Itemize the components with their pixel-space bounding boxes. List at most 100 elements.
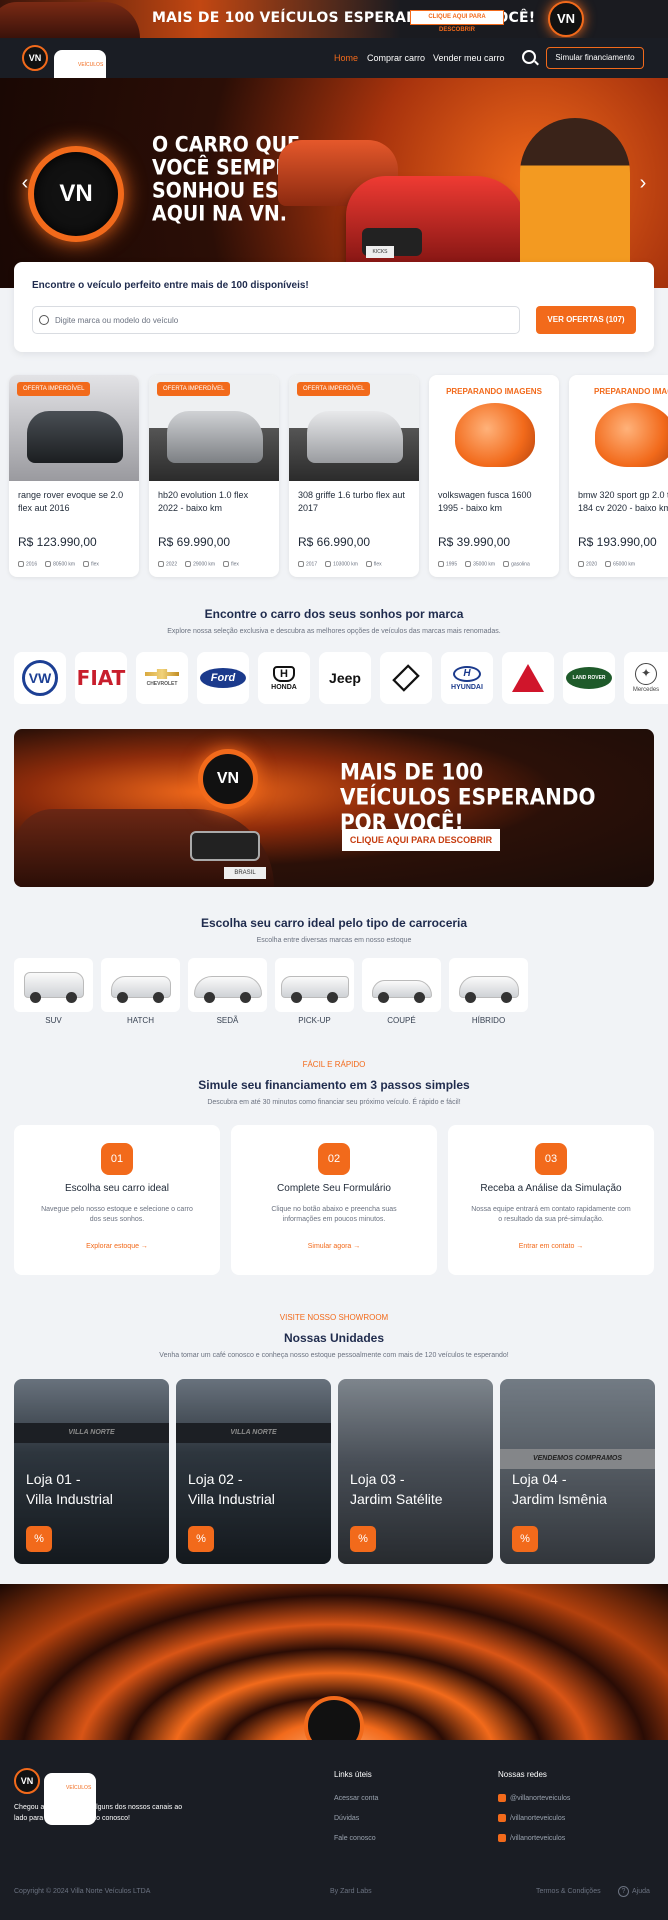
car-image <box>307 411 403 463</box>
brands-subtitle: Explore nossa seleção exclusiva e descub… <box>167 628 501 635</box>
instagram-handle: @villanorteveiculos <box>510 1794 571 1802</box>
wheel-icon <box>153 992 164 1003</box>
footer-link-account[interactable]: Acessar conta <box>334 1795 378 1802</box>
bodytype-pickup[interactable] <box>275 958 354 1012</box>
listing-card[interactable]: PREPARANDO IMAGENS volkswagen fusca 1600… <box>429 375 559 577</box>
finance-title: Simule seu financiamento em 3 passos sim… <box>198 1078 470 1092</box>
store-location: Jardim Satélite <box>350 1491 443 1507</box>
promo-car-image <box>0 2 140 38</box>
footer-credit[interactable]: By Zard Labs <box>330 1888 372 1895</box>
calendar-icon <box>578 561 584 567</box>
carousel-next-icon[interactable]: › <box>630 170 656 196</box>
brand-land-rover-logo: LAND ROVER <box>566 667 612 689</box>
brand-hyundai[interactable]: H HYUNDAI <box>441 652 493 704</box>
brand-mercedes[interactable]: ✦ Mercedes <box>624 652 668 704</box>
footer-social-tiktok[interactable]: /villanorteveiculos <box>498 1834 565 1842</box>
nav-link-home[interactable]: Home <box>334 53 358 63</box>
listing-card[interactable]: OFERTA IMPERDÍVEL 308 griffe 1.6 turbo f… <box>289 375 419 577</box>
speedometer-icon <box>465 561 472 567</box>
store-card[interactable]: VILLA NORTE Loja 02 - Villa Industrial % <box>176 1379 331 1564</box>
simulate-now-link[interactable]: Simular agora → <box>231 1243 437 1250</box>
footer-social-instagram[interactable]: @villanorteveiculos <box>498 1794 570 1802</box>
brand-land-rover[interactable]: LAND ROVER <box>563 652 615 704</box>
calendar-icon <box>298 561 304 567</box>
footer-tagline: Chegou até aqui? Utilize alguns dos noss… <box>14 1804 183 1822</box>
banner-logo: VN <box>198 749 258 809</box>
stores-kicker: VISITE NOSSO SHOWROOM <box>279 1313 389 1322</box>
footer-terms-link[interactable]: Termos & Condições <box>536 1888 601 1895</box>
map-pin-icon[interactable]: % <box>350 1526 376 1552</box>
listing-name: bmw 320 sport gp 2.0 turbo 184 cv 2020 -… <box>578 490 668 513</box>
listing-card[interactable]: OFERTA IMPERDÍVEL hb20 evolution 1.0 fle… <box>149 375 279 577</box>
facebook-icon <box>498 1814 506 1822</box>
nav-link-comprar[interactable]: Comprar carro <box>367 53 425 63</box>
vehicle-search-input[interactable]: Digite marca ou modelo do veículo <box>32 306 520 334</box>
search-card: Encontre o veículo perfeito entre mais d… <box>14 262 654 352</box>
offer-badge: OFERTA IMPERDÍVEL <box>157 382 231 396</box>
simulate-financing-button[interactable]: Simular financiamento <box>546 47 644 69</box>
brand-ford[interactable]: Ford <box>197 652 249 704</box>
store-card[interactable]: Loja 03 - Jardim Satélite % <box>338 1379 493 1564</box>
footer-logo-icon[interactable]: VN <box>14 1768 40 1794</box>
tiktok-icon <box>498 1834 506 1842</box>
step-text: Navegue pelo nosso estoque e selecione o… <box>41 1206 193 1223</box>
store-name: Loja 03 - <box>350 1471 405 1487</box>
footer-link-faq[interactable]: Dúvidas <box>334 1815 359 1822</box>
promo-button[interactable]: CLIQUE AQUI PARA DESCOBRIR <box>410 10 504 33</box>
chevrolet-bowtie-icon <box>145 669 179 679</box>
brand-mitsubishi[interactable] <box>502 652 554 704</box>
brand-fiat[interactable]: FIAT <box>75 652 127 704</box>
map-pin-icon[interactable]: % <box>512 1526 538 1552</box>
bodytype-sedan[interactable] <box>188 958 267 1012</box>
listing-specs: 2016 80500 km flex <box>18 561 138 567</box>
step-title: Receba a Análise da Simulação <box>480 1183 622 1194</box>
footer-help-link[interactable]: ? Ajuda <box>618 1886 650 1897</box>
renault-diamond-icon <box>392 664 420 692</box>
promo-strip[interactable]: MAIS DE 100 VEÍCULOS ESPERANDO POR VOCÊ!… <box>0 0 668 38</box>
brand-jeep[interactable]: Jeep <box>319 652 371 704</box>
bodytype-hybrid[interactable] <box>449 958 528 1012</box>
brand-honda[interactable]: H HONDA <box>258 652 310 704</box>
listing-year: 2022 <box>166 561 178 568</box>
search-card-title: Encontre o veículo perfeito entre mais d… <box>32 280 309 291</box>
bodytype-suv[interactable] <box>14 958 93 1012</box>
brand-vw[interactable]: VW <box>14 652 66 704</box>
wheel-icon <box>291 992 302 1003</box>
contact-link[interactable]: Entrar em contato → <box>448 1243 654 1250</box>
bodytype-hatch[interactable] <box>101 958 180 1012</box>
store-card[interactable]: VENDEMOS COMPRAMOS Loja 04 - Jardim Ismê… <box>500 1379 655 1564</box>
step-title: Complete Seu Formulário <box>277 1183 391 1194</box>
map-pin-icon[interactable]: % <box>26 1526 52 1552</box>
brand-chevrolet[interactable]: CHEVROLET <box>136 652 188 704</box>
step-text: Nossa equipe entrará em contato rapidame… <box>471 1206 631 1223</box>
nav-link-vender[interactable]: Vender meu carro <box>433 53 505 63</box>
nav-logo-icon[interactable]: VN <box>22 45 48 71</box>
banner-button[interactable]: CLIQUE AQUI PARA DESCOBRIR <box>342 829 500 851</box>
listing-card[interactable]: OFERTA IMPERDÍVEL range rover evoque se … <box>9 375 139 577</box>
store-location: Jardim Ismênia <box>512 1491 607 1507</box>
view-offers-button[interactable]: VER OFERTAS (107) <box>536 306 636 334</box>
map-pin-icon[interactable]: % <box>188 1526 214 1552</box>
bodytypes-subtitle: Escolha entre diversas marcas em nosso e… <box>256 937 412 944</box>
brand-renault[interactable] <box>380 652 432 704</box>
tiktok-handle: /villanorteveiculos <box>510 1834 566 1842</box>
store-card[interactable]: VILLA NORTE Loja 01 - Villa Industrial % <box>14 1379 169 1564</box>
bodytype-coupe[interactable] <box>362 958 441 1012</box>
listing-card[interactable]: PREPARANDO IMAGENS bmw 320 sport gp 2.0 … <box>569 375 668 577</box>
explore-stock-link[interactable]: Explorar estoque → <box>14 1243 220 1250</box>
offer-badge: OFERTA IMPERDÍVEL <box>297 382 371 396</box>
listing-name: hb20 evolution 1.0 flex 2022 - baixo km <box>158 490 249 513</box>
carousel-prev-icon[interactable]: ‹ <box>12 170 38 196</box>
covered-car-image <box>595 403 668 467</box>
footer-social-facebook[interactable]: /villanorteveiculos <box>498 1814 565 1822</box>
listing-name: range rover evoque se 2.0 flex aut 2016 <box>18 490 124 513</box>
finance-subtitle: Descubra em até 30 minutos como financia… <box>207 1099 461 1106</box>
search-icon[interactable] <box>522 50 536 64</box>
calendar-icon <box>18 561 24 567</box>
covered-car-image <box>455 403 535 467</box>
store-name: Loja 01 - <box>26 1471 81 1487</box>
stock-banner[interactable]: BRASIL VN MAIS DE 100 VEÍCULOS ESPERANDO… <box>14 729 654 887</box>
calendar-icon <box>438 561 444 567</box>
footer-link-contact[interactable]: Fale conosco <box>334 1835 376 1842</box>
wheel-icon <box>501 992 512 1003</box>
